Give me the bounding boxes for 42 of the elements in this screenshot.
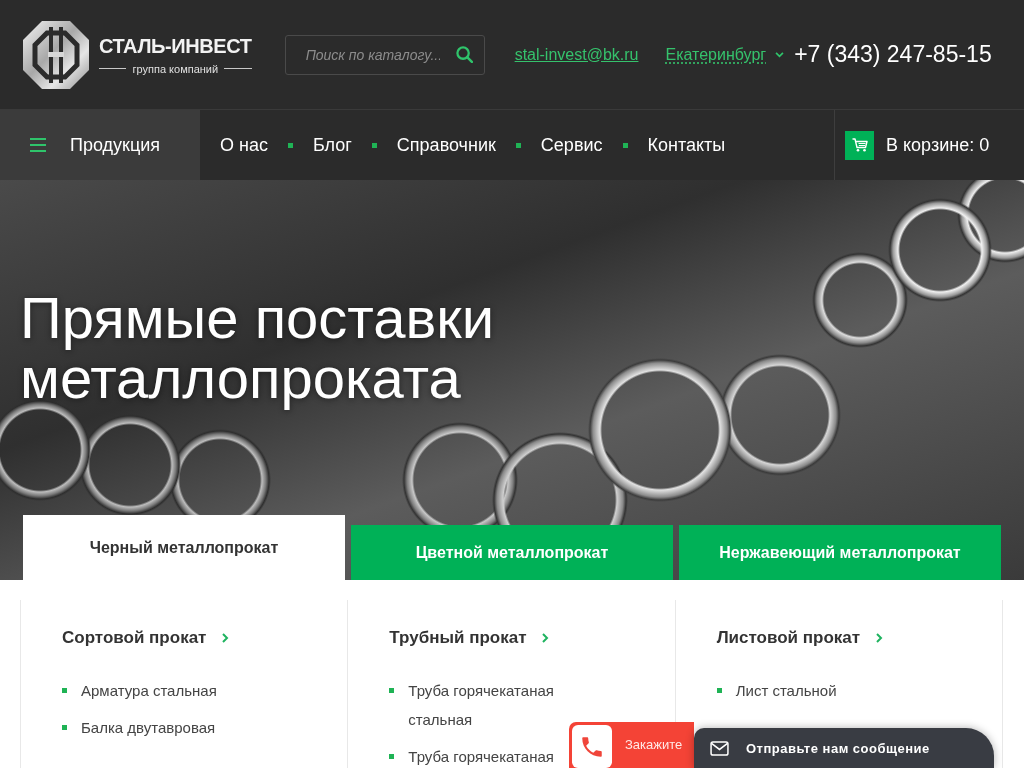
email-link[interactable]: stal-invest@bk.ru (514, 45, 639, 64)
category-link[interactable]: Арматура стальная (81, 676, 217, 705)
city-selector[interactable]: Екатеринбург (665, 45, 785, 64)
square-bullet-icon (62, 725, 67, 730)
catalog-menu-button[interactable]: Продукция (0, 110, 200, 180)
category-heading[interactable]: Трубный прокат (389, 626, 550, 650)
category-heading[interactable]: Сортовой прокат (62, 626, 230, 650)
logo-tagline: группа компаний (132, 61, 219, 76)
chevron-right-icon (542, 633, 550, 643)
phone-icon (572, 725, 612, 768)
nav-link[interactable]: О нас (220, 134, 268, 156)
square-bullet-icon (62, 688, 67, 693)
nav-link[interactable]: Сервис (540, 134, 603, 156)
message-widget[interactable]: Отправьте нам сообщение (694, 728, 994, 768)
square-bullet-icon (622, 142, 628, 148)
nav-link[interactable]: Блог (312, 134, 352, 156)
chevron-right-icon (222, 633, 230, 643)
square-bullet-icon (716, 688, 722, 693)
octagon-logo-icon (23, 20, 89, 89)
square-bullet-icon (389, 754, 395, 759)
square-bullet-icon (371, 142, 377, 148)
nav-link[interactable]: Контакты (647, 134, 726, 156)
envelope-icon (710, 740, 729, 756)
chevron-right-icon (876, 633, 884, 643)
category-link[interactable]: Лист стальной (735, 676, 837, 705)
search-field[interactable]: Поиск по каталогу... (284, 34, 485, 75)
phone-number[interactable]: +7 (343) 247-85-15 (794, 41, 992, 68)
chevron-down-icon (775, 51, 785, 58)
nav-link[interactable]: Справочник (396, 134, 496, 156)
category-tab[interactable]: Черный металлопрокат (23, 515, 345, 580)
hero-title: Прямые поставки металлопроката (20, 288, 496, 408)
square-bullet-icon (515, 142, 521, 148)
category-heading[interactable]: Листовой прокат (716, 626, 884, 650)
cart-link[interactable]: В корзине: 0 (834, 110, 1024, 180)
menu-icon (30, 138, 46, 152)
cart-icon (845, 130, 874, 160)
square-bullet-icon (287, 142, 293, 148)
square-bullet-icon (389, 688, 395, 693)
category-link[interactable]: Балка двутавровая (81, 713, 216, 742)
category-link[interactable]: Труба горячекатаная (408, 742, 554, 768)
search-icon[interactable] (455, 45, 473, 63)
logo-name: СТАЛЬ-ИНВЕСТ (99, 33, 252, 58)
